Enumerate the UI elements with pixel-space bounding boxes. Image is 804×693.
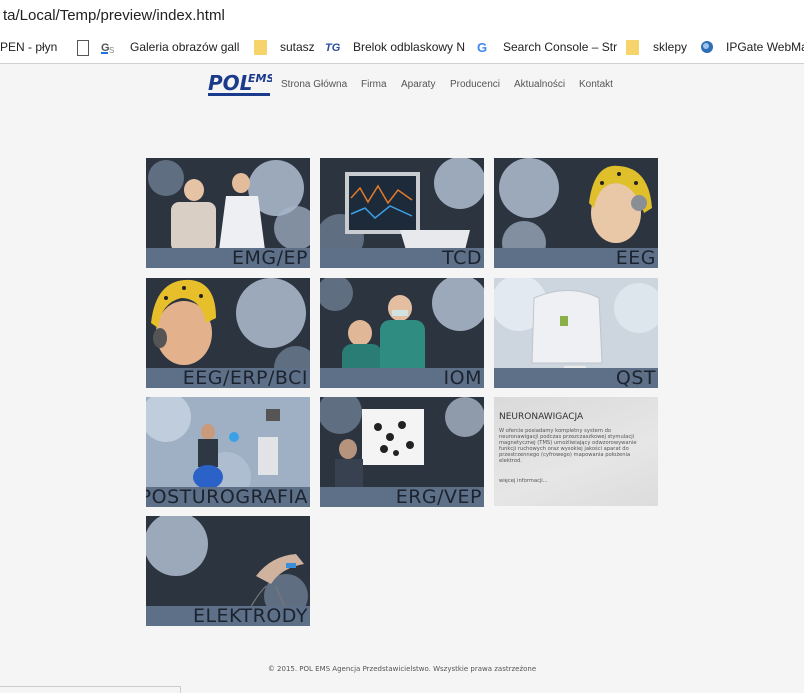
svg-text:TG: TG [325,42,341,54]
nav-aparaty[interactable]: Aparaty [401,79,435,90]
tile-label: EMG/EP [232,247,308,268]
tile-label: TCD [442,247,482,268]
site-header: POL EMS Strona Główna Firma Aparaty Prod… [0,64,804,104]
tile-eeg[interactable]: EEG [494,158,658,268]
url-text[interactable]: ta/Local/Temp/preview/index.html [3,7,225,24]
tile-label: ELEKTRODY [192,605,308,626]
svg-text:POL: POL [208,71,252,95]
bookmark-brelok[interactable]: Brelok odblaskowy N [353,40,465,54]
svg-text:EMS: EMS [248,72,272,85]
bookmark-sklepy[interactable]: sklepy [653,40,687,54]
nav-firma[interactable]: Firma [361,79,387,90]
neuronawigacja-title: NEURONAWIGACJA [499,412,584,422]
page-icon[interactable] [77,40,89,56]
tile-posturografia[interactable]: POSTUROGRAFIA [146,397,310,507]
address-bar[interactable]: ta/Local/Temp/preview/index.html [0,0,804,34]
tile-label: IOM [443,367,482,388]
tile-iom[interactable]: IOM [320,278,484,388]
svg-text:S: S [109,46,114,55]
nav-producenci[interactable]: Producenci [450,79,500,90]
tile-eeg-erp-bci[interactable]: EEG/ERP/BCI [146,278,310,388]
bookmark-pen[interactable]: PEN - płyn [0,40,57,54]
tile-label: ERG/VEP [395,486,482,507]
nav-kontakt[interactable]: Kontakt [579,79,613,90]
folder-icon [254,40,267,55]
folder-icon [626,40,639,55]
bookmark-galeria[interactable]: Galeria obrazów gall [130,40,239,54]
tile-tcd[interactable]: TCD [320,158,484,268]
tile-qst[interactable]: QST [494,278,658,388]
tile-label: EEG/ERP/BCI [182,367,308,388]
gs-icon: GS [101,39,115,55]
nav-aktualnosci[interactable]: Aktualności [514,79,565,90]
tile-neuronawigacja[interactable]: NEURONAWIGACJA W ofercie posiadamy kompl… [494,397,658,506]
bookmark-sutasz[interactable]: sutasz [280,40,315,54]
svg-text:G: G [477,40,487,55]
nav-strona-glowna[interactable]: Strona Główna [281,79,347,90]
tile-label: POSTUROGRAFIA [146,486,308,507]
more-info-link[interactable]: więcej informacji... [499,478,548,484]
tg-icon: TG [325,39,341,54]
bookmark-search-console[interactable]: Search Console – Str [503,40,617,54]
tile-emg-ep[interactable]: EMG/EP [146,158,310,268]
tile-label: QST [615,367,656,388]
google-icon: G [476,39,490,55]
neuronawigacja-text: W ofercie posiadamy kompletny system do … [499,428,637,465]
tile-elektrody[interactable]: ELEKTRODY [146,516,310,626]
tile-erg-vep[interactable]: ERG/VEP [320,397,484,507]
bookmark-ipgate[interactable]: IPGate WebMa [726,40,804,54]
tile-label: EEG [615,247,656,268]
footer-copyright: © 2015. POL EMS Agencja Przedstawicielst… [267,665,537,673]
bookmarks-bar: PEN - płyn GS Galeria obrazów gall sutas… [0,33,804,64]
polems-logo[interactable]: POL EMS [208,68,274,100]
ipgate-icon [699,39,713,54]
